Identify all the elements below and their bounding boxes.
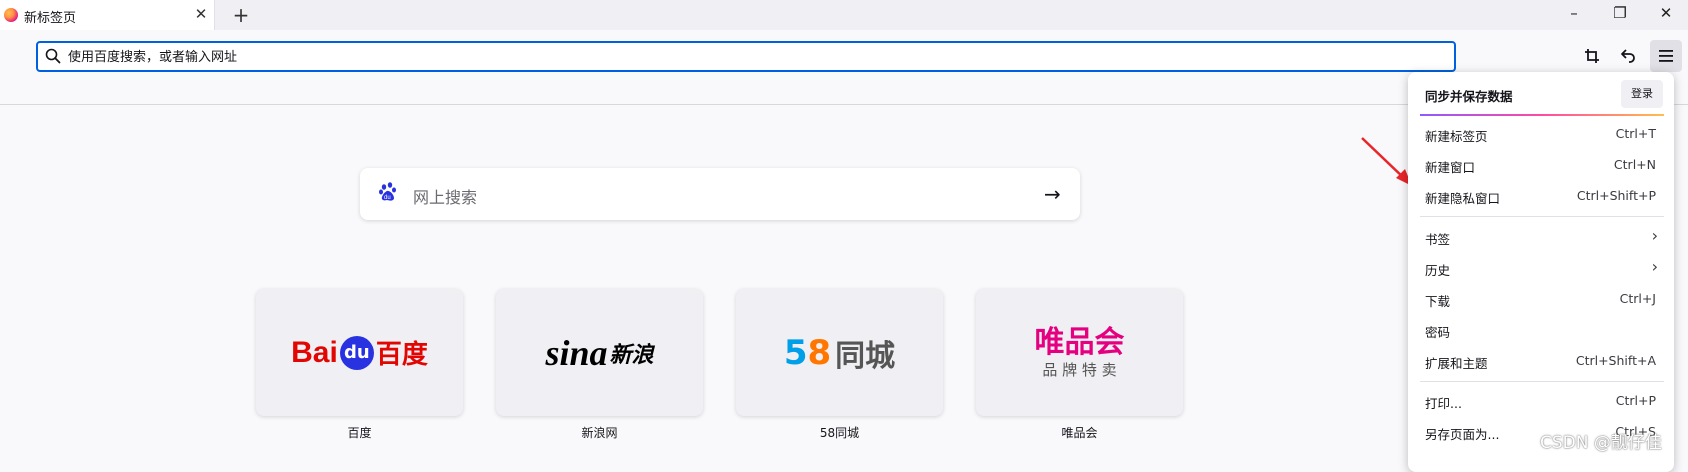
window-close-button[interactable]: ✕ <box>1655 4 1677 26</box>
tile-label: 唯品会 <box>1061 426 1098 440</box>
menu-item-new-tab[interactable]: 新建标签页 Ctrl+T <box>1416 120 1666 148</box>
firefox-icon <box>4 8 18 22</box>
gradient-divider <box>1420 114 1664 116</box>
menu-item-print[interactable]: 打印... Ctrl+P <box>1416 387 1666 415</box>
baidu-logo: Bai du 百度 <box>291 335 428 370</box>
app-menu-panel: 同步并保存数据 登录 新建标签页 Ctrl+T 新建窗口 Ctrl+N 新建隐私… <box>1408 72 1674 472</box>
menu-item-new-private-window[interactable]: 新建隐私窗口 Ctrl+Shift+P <box>1416 182 1666 210</box>
restore-button[interactable]: ❐ <box>1609 4 1631 26</box>
top-site-tile-baidu[interactable]: Bai du 百度 <box>256 289 463 416</box>
svg-text:du: du <box>384 195 391 201</box>
search-placeholder: 网上搜索 <box>413 188 478 207</box>
menu-item-passwords[interactable]: 密码 <box>1416 316 1666 344</box>
web-search-box[interactable]: du 网上搜索 → <box>360 168 1080 220</box>
watermark: CSDN @靓仔佳 <box>1540 433 1662 453</box>
tile-label: 新浪网 <box>581 426 618 440</box>
menu-separator <box>1420 216 1664 217</box>
tab-close-icon[interactable]: ✕ <box>193 5 209 23</box>
new-tab-button[interactable]: + <box>230 3 252 27</box>
menu-separator <box>1420 381 1664 382</box>
minimize-button[interactable]: – <box>1563 4 1585 26</box>
tab-new-tab[interactable]: 新标签页 ✕ <box>0 0 215 30</box>
login-button[interactable]: 登录 <box>1621 80 1663 108</box>
menu-item-new-window[interactable]: 新建窗口 Ctrl+N <box>1416 151 1666 179</box>
menu-item-addons[interactable]: 扩展和主题 Ctrl+Shift+A <box>1416 347 1666 375</box>
search-icon <box>45 48 61 64</box>
screenshot-icon[interactable] <box>1578 42 1606 70</box>
sina-logo: sina 新浪 <box>545 332 654 373</box>
tab-title: 新标签页 <box>24 11 77 26</box>
hamburger-icon <box>1659 50 1673 62</box>
vip-logo: 唯品会 品 牌 特 卖 <box>1034 324 1125 379</box>
menu-item-downloads[interactable]: 下载 Ctrl+J <box>1416 285 1666 313</box>
tile-label: 58同城 <box>819 426 860 440</box>
top-site-tile-58[interactable]: 5 8 同城 <box>736 289 943 416</box>
app-menu-button[interactable] <box>1650 40 1682 72</box>
tile-label: 百度 <box>347 426 372 440</box>
baidu-paw-icon: du <box>379 182 396 201</box>
chevron-right-icon: › <box>1651 226 1658 245</box>
url-bar[interactable] <box>36 41 1456 72</box>
undo-icon[interactable] <box>1614 42 1642 70</box>
search-go-arrow-icon[interactable]: → <box>1044 182 1061 206</box>
chevron-right-icon: › <box>1651 257 1658 276</box>
top-site-tile-sina[interactable]: sina 新浪 <box>496 289 703 416</box>
menu-item-history[interactable]: 历史 › <box>1416 254 1666 282</box>
url-input[interactable] <box>68 46 1428 68</box>
58-logo: 5 8 同城 <box>783 332 896 374</box>
menu-item-bookmarks[interactable]: 书签 › <box>1416 223 1666 251</box>
tab-bar: 新标签页 ✕ + – ❐ ✕ <box>0 0 1688 30</box>
sync-heading: 同步并保存数据 <box>1425 89 1513 104</box>
top-site-tile-vip[interactable]: 唯品会 品 牌 特 卖 <box>976 289 1183 416</box>
